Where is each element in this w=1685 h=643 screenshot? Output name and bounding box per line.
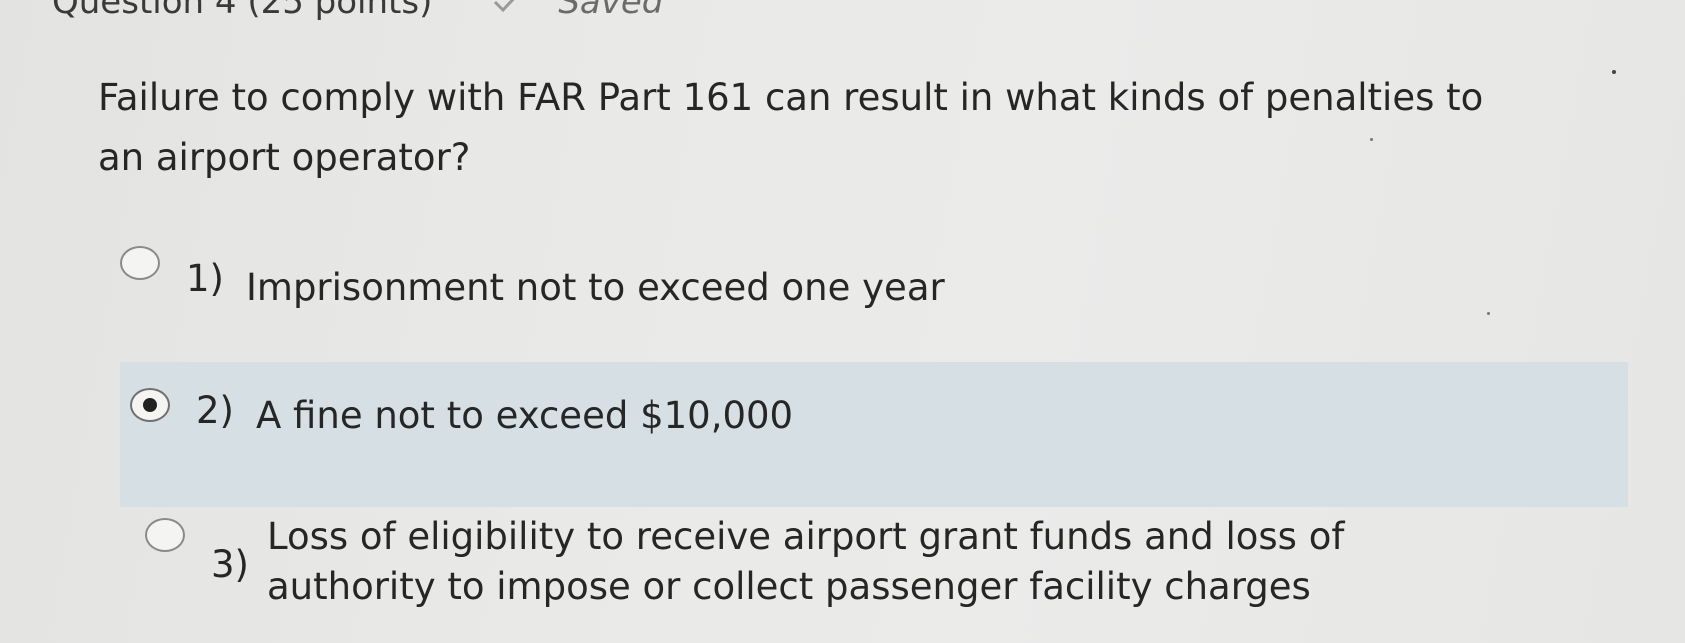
dust-speck (1370, 138, 1373, 141)
option-2-radio[interactable] (130, 388, 170, 422)
option-1[interactable]: 1) Imprisonment not to exceed one year (120, 246, 945, 313)
dust-speck (1612, 70, 1616, 74)
option-3-number: 3) (211, 543, 249, 586)
option-1-radio[interactable] (120, 246, 160, 280)
saved-label: Saved (558, 0, 664, 22)
option-3-radio[interactable] (145, 518, 185, 552)
option-1-number: 1) (186, 257, 224, 300)
question-title: Question 4 (25 points) (52, 0, 433, 22)
saved-status: Saved (492, 0, 663, 22)
option-2-label[interactable]: A fine not to exceed $10,000 (256, 391, 793, 441)
question-text: Failure to comply with FAR Part 161 can … (98, 76, 1484, 179)
option-3-label[interactable]: Loss of eligibility to receive airport g… (267, 512, 1485, 612)
option-2[interactable]: 2) A fine not to exceed $10,000 (130, 388, 793, 441)
option-2-number: 2) (196, 389, 234, 432)
option-1-label[interactable]: Imprisonment not to exceed one year (246, 263, 945, 313)
option-3[interactable]: 3) Loss of eligibility to receive airpor… (145, 515, 1485, 612)
question-header: Question 4 (25 points) Saved (52, 0, 663, 24)
check-icon (494, 0, 515, 13)
dust-speck (1487, 312, 1490, 315)
